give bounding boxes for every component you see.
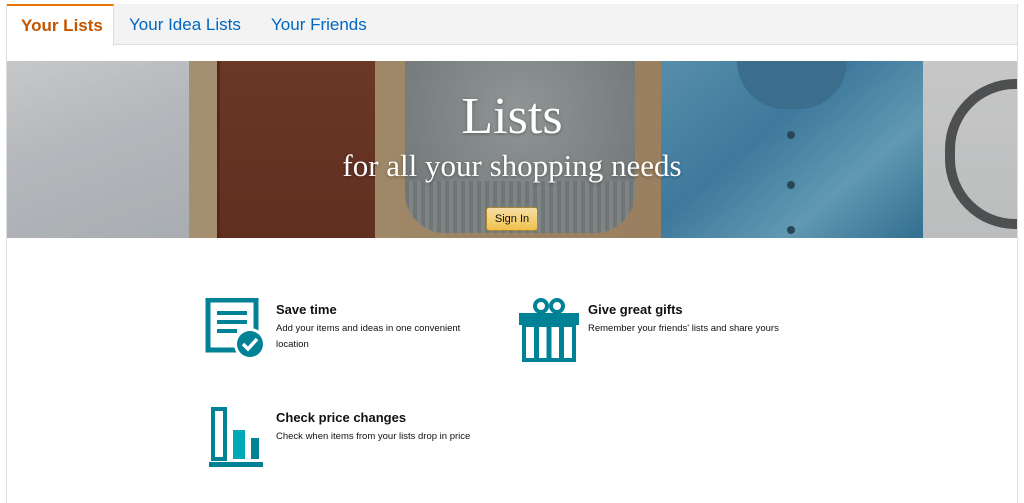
list-check-icon bbox=[205, 298, 266, 360]
price-chart-icon bbox=[209, 407, 263, 467]
tab-bar: Your Lists Your Idea Lists Your Friends bbox=[7, 4, 1017, 46]
hero-banner: Lists for all your shopping needs Sign I… bbox=[7, 61, 1017, 238]
feature-description: Check when items from your lists drop in… bbox=[276, 431, 471, 442]
lists-page: Your Lists Your Idea Lists Your Friends … bbox=[6, 4, 1018, 503]
hero-subtitle: for all your shopping needs bbox=[342, 148, 682, 183]
feature-title: Give great gifts bbox=[588, 302, 683, 317]
gift-icon bbox=[519, 298, 579, 362]
feature-description: Add your items and ideas in one convenie… bbox=[276, 323, 461, 350]
hero-title: Lists bbox=[461, 88, 563, 145]
feature-save-time: Save time Add your items and ideas in on… bbox=[205, 298, 505, 368]
feature-title: Save time bbox=[276, 302, 337, 317]
feature-check-prices: Check price changes Check when items fro… bbox=[205, 406, 525, 476]
tab-your-friends[interactable]: Your Friends bbox=[271, 4, 367, 45]
feature-title: Check price changes bbox=[276, 410, 407, 425]
tab-your-idea-lists[interactable]: Your Idea Lists bbox=[129, 4, 241, 45]
feature-give-gifts: Give great gifts Remember your friends' … bbox=[517, 298, 817, 368]
tab-your-lists[interactable]: Your Lists bbox=[7, 4, 114, 46]
feature-description: Remember your friends' lists and share y… bbox=[588, 323, 779, 334]
sign-in-button[interactable]: Sign In bbox=[486, 207, 538, 231]
